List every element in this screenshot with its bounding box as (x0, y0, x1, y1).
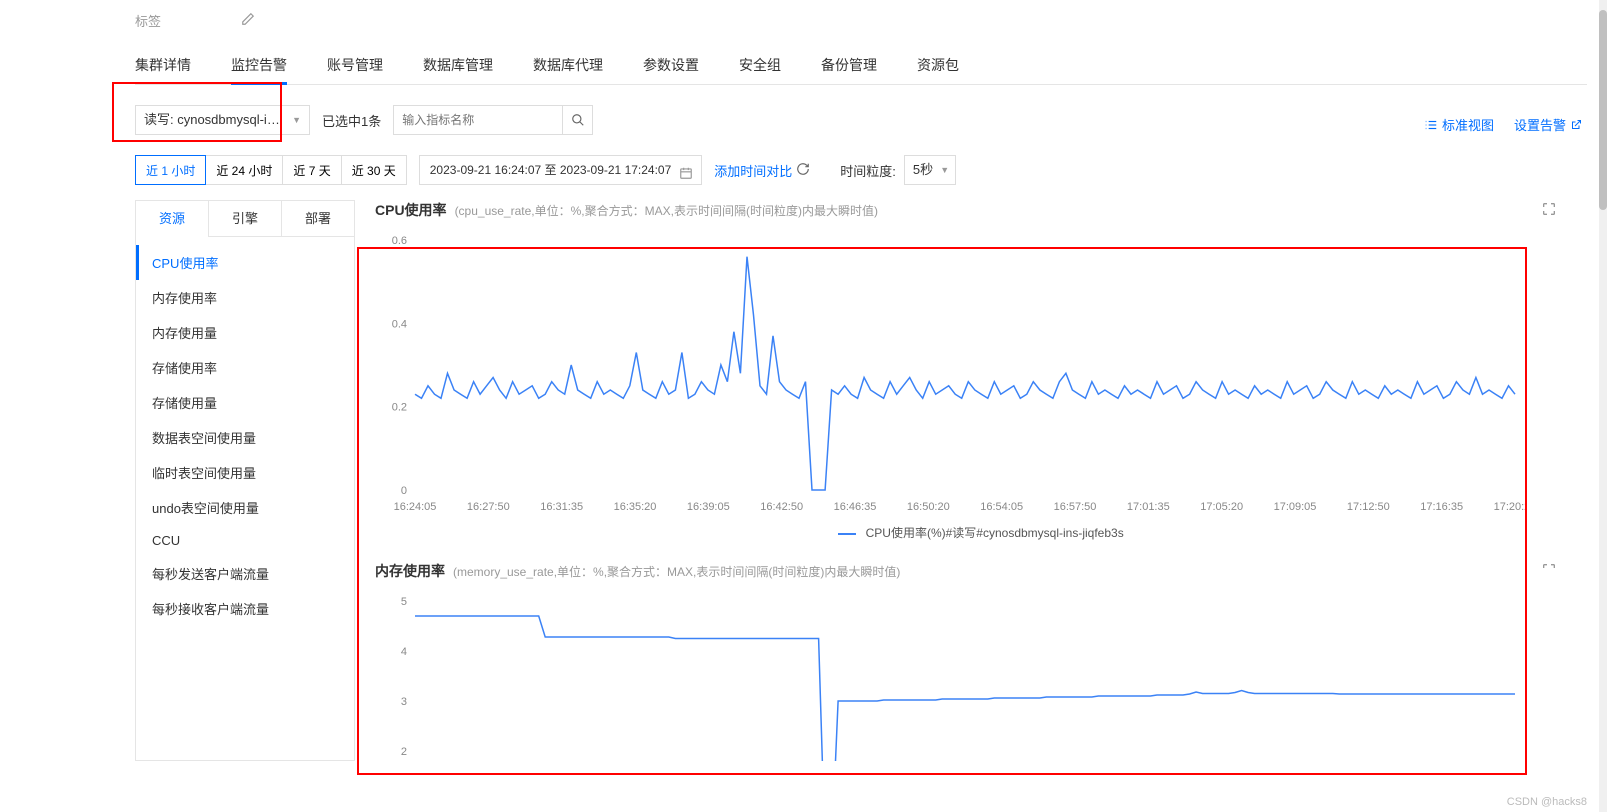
instance-dropdown[interactable]: 读写: cynosdbmysql-ins-jiqfe... (135, 105, 310, 135)
svg-text:4: 4 (401, 646, 407, 658)
svg-text:16:24:05: 16:24:05 (394, 501, 437, 513)
tab-3[interactable]: 数据库管理 (423, 45, 493, 85)
main-tabs: 集群详情监控告警账号管理数据库管理数据库代理参数设置安全组备份管理资源包 (135, 45, 1587, 85)
metric-item-9[interactable]: 每秒发送客户端流量 (136, 556, 354, 591)
search-icon (571, 113, 585, 127)
tab-6[interactable]: 安全组 (739, 45, 781, 85)
chart1-subtitle: (cpu_use_rate,单位：%,聚合方式：MAX,表示时间间隔(时间粒度)… (455, 202, 878, 219)
chart1-title: CPU使用率 (375, 200, 447, 220)
watermark: CSDN @hacks8 (1507, 796, 1587, 808)
time-range-1[interactable]: 近 24 小时 (205, 155, 283, 185)
svg-text:17:09:05: 17:09:05 (1274, 501, 1317, 513)
main-area: 资源引擎部署 CPU使用率内存使用率内存使用量存储使用率存储使用量数据表空间使用… (135, 200, 1587, 761)
expand-icon[interactable] (1541, 562, 1557, 581)
tab-8[interactable]: 资源包 (917, 45, 959, 85)
tab-4[interactable]: 数据库代理 (533, 45, 603, 85)
svg-text:2: 2 (401, 746, 407, 758)
chart2-header: 内存使用率 (memory_use_rate,单位：%,聚合方式：MAX,表示时… (375, 561, 1587, 581)
sidebar-tab-0[interactable]: 资源 (136, 201, 209, 237)
time-range-0[interactable]: 近 1 小时 (135, 155, 206, 185)
set-alarm-label: 设置告警 (1514, 115, 1566, 134)
external-icon (1570, 119, 1582, 131)
sidebar-tab-1[interactable]: 引擎 (209, 201, 282, 237)
svg-text:16:57:50: 16:57:50 (1054, 501, 1097, 513)
header-label: 标签 (135, 11, 161, 30)
edit-icon[interactable] (241, 12, 255, 29)
filter-row: 读写: cynosdbmysql-ins-jiqfe... 已选中1条 (135, 85, 1587, 150)
metric-item-6[interactable]: 临时表空间使用量 (136, 455, 354, 490)
time-range-2[interactable]: 近 7 天 (282, 155, 341, 185)
svg-text:5: 5 (401, 596, 407, 608)
legend-line-icon (838, 533, 856, 535)
metric-item-7[interactable]: undo表空间使用量 (136, 490, 354, 525)
search-input[interactable] (393, 105, 563, 135)
set-alarm-link[interactable]: 设置告警 (1514, 115, 1582, 134)
granularity: 时间粒度: 5秒 (840, 155, 956, 185)
time-row: 近 1 小时近 24 小时近 7 天近 30 天 2023-09-21 16:2… (135, 150, 1587, 200)
svg-text:16:54:05: 16:54:05 (980, 501, 1023, 513)
svg-text:16:46:35: 16:46:35 (834, 501, 877, 513)
time-range-text: 2023-09-21 16:24:07 至 2023-09-21 17:24:0… (430, 163, 672, 177)
tab-1[interactable]: 监控告警 (231, 45, 287, 85)
expand-icon[interactable] (1541, 201, 1557, 220)
svg-text:3: 3 (401, 696, 407, 708)
chart2-title: 内存使用率 (375, 561, 445, 581)
metric-item-0[interactable]: CPU使用率 (136, 245, 354, 280)
svg-text:16:50:20: 16:50:20 (907, 501, 950, 513)
chart1-legend: CPU使用率(%)#读写#cynosdbmysql-ins-jiqfeb3s (375, 524, 1587, 541)
sidebar-tab-2[interactable]: 部署 (282, 201, 354, 237)
standard-view-label: 标准视图 (1442, 115, 1494, 134)
svg-text:16:35:20: 16:35:20 (614, 501, 657, 513)
svg-text:16:42:50: 16:42:50 (760, 501, 803, 513)
metric-item-3[interactable]: 存储使用率 (136, 350, 354, 385)
metric-item-1[interactable]: 内存使用率 (136, 280, 354, 315)
search-button[interactable] (563, 105, 593, 135)
svg-text:17:01:35: 17:01:35 (1127, 501, 1170, 513)
selected-count: 已选中1条 (322, 111, 381, 130)
chart-area: CPU使用率 (cpu_use_rate,单位：%,聚合方式：MAX,表示时间间… (355, 200, 1587, 761)
svg-text:0.4: 0.4 (392, 318, 407, 330)
metric-item-10[interactable]: 每秒接收客户端流量 (136, 591, 354, 626)
svg-text:16:27:50: 16:27:50 (467, 501, 510, 513)
top-right-links: 标准视图 设置告警 (1424, 115, 1582, 134)
chart2-subtitle: (memory_use_rate,单位：%,聚合方式：MAX,表示时间间隔(时间… (453, 563, 900, 580)
sidebar: 资源引擎部署 CPU使用率内存使用率内存使用量存储使用率存储使用量数据表空间使用… (135, 200, 355, 761)
svg-text:0.6: 0.6 (392, 235, 407, 247)
standard-view-link[interactable]: 标准视图 (1424, 115, 1494, 134)
refresh-icon[interactable] (796, 162, 810, 179)
tab-0[interactable]: 集群详情 (135, 45, 191, 85)
svg-text:17:05:20: 17:05:20 (1200, 501, 1243, 513)
svg-text:0: 0 (401, 485, 407, 497)
svg-text:0.2: 0.2 (392, 402, 407, 414)
metric-item-5[interactable]: 数据表空间使用量 (136, 420, 354, 455)
svg-text:16:31:35: 16:31:35 (540, 501, 583, 513)
metric-item-4[interactable]: 存储使用量 (136, 385, 354, 420)
scrollbar-thumb[interactable] (1599, 10, 1607, 210)
svg-text:17:12:50: 17:12:50 (1347, 501, 1390, 513)
granularity-label: 时间粒度: (840, 161, 896, 180)
time-range-3[interactable]: 近 30 天 (341, 155, 407, 185)
list-icon (1424, 118, 1438, 132)
tab-2[interactable]: 账号管理 (327, 45, 383, 85)
search-box (393, 105, 593, 135)
metric-item-8[interactable]: CCU (136, 525, 354, 556)
chart1: 0 0.2 0.4 0.6 16:24:05 16:27:50 16:31:35 16:35:… (375, 230, 1587, 520)
metric-item-2[interactable]: 内存使用量 (136, 315, 354, 350)
chart1-legend-label: CPU使用率(%)#读写#cynosdbmysql-ins-jiqfeb3s (866, 526, 1124, 540)
chart1-header: CPU使用率 (cpu_use_rate,单位：%,聚合方式：MAX,表示时间间… (375, 200, 1587, 220)
svg-text:17:16:35: 17:16:35 (1420, 501, 1463, 513)
header: 标签 (135, 0, 1587, 40)
add-compare-label: 添加时间对比 (714, 161, 792, 180)
tab-7[interactable]: 备份管理 (821, 45, 877, 85)
calendar-icon (679, 162, 693, 190)
chart2: 2 3 4 5 (375, 591, 1587, 761)
add-time-compare[interactable]: 添加时间对比 (714, 161, 792, 180)
svg-text:16:39:05: 16:39:05 (687, 501, 730, 513)
tab-5[interactable]: 参数设置 (643, 45, 699, 85)
svg-text:17:20:20: 17:20:20 (1494, 501, 1525, 513)
granularity-select[interactable]: 5秒 (904, 155, 956, 185)
time-range-picker[interactable]: 2023-09-21 16:24:07 至 2023-09-21 17:24:0… (419, 155, 703, 185)
